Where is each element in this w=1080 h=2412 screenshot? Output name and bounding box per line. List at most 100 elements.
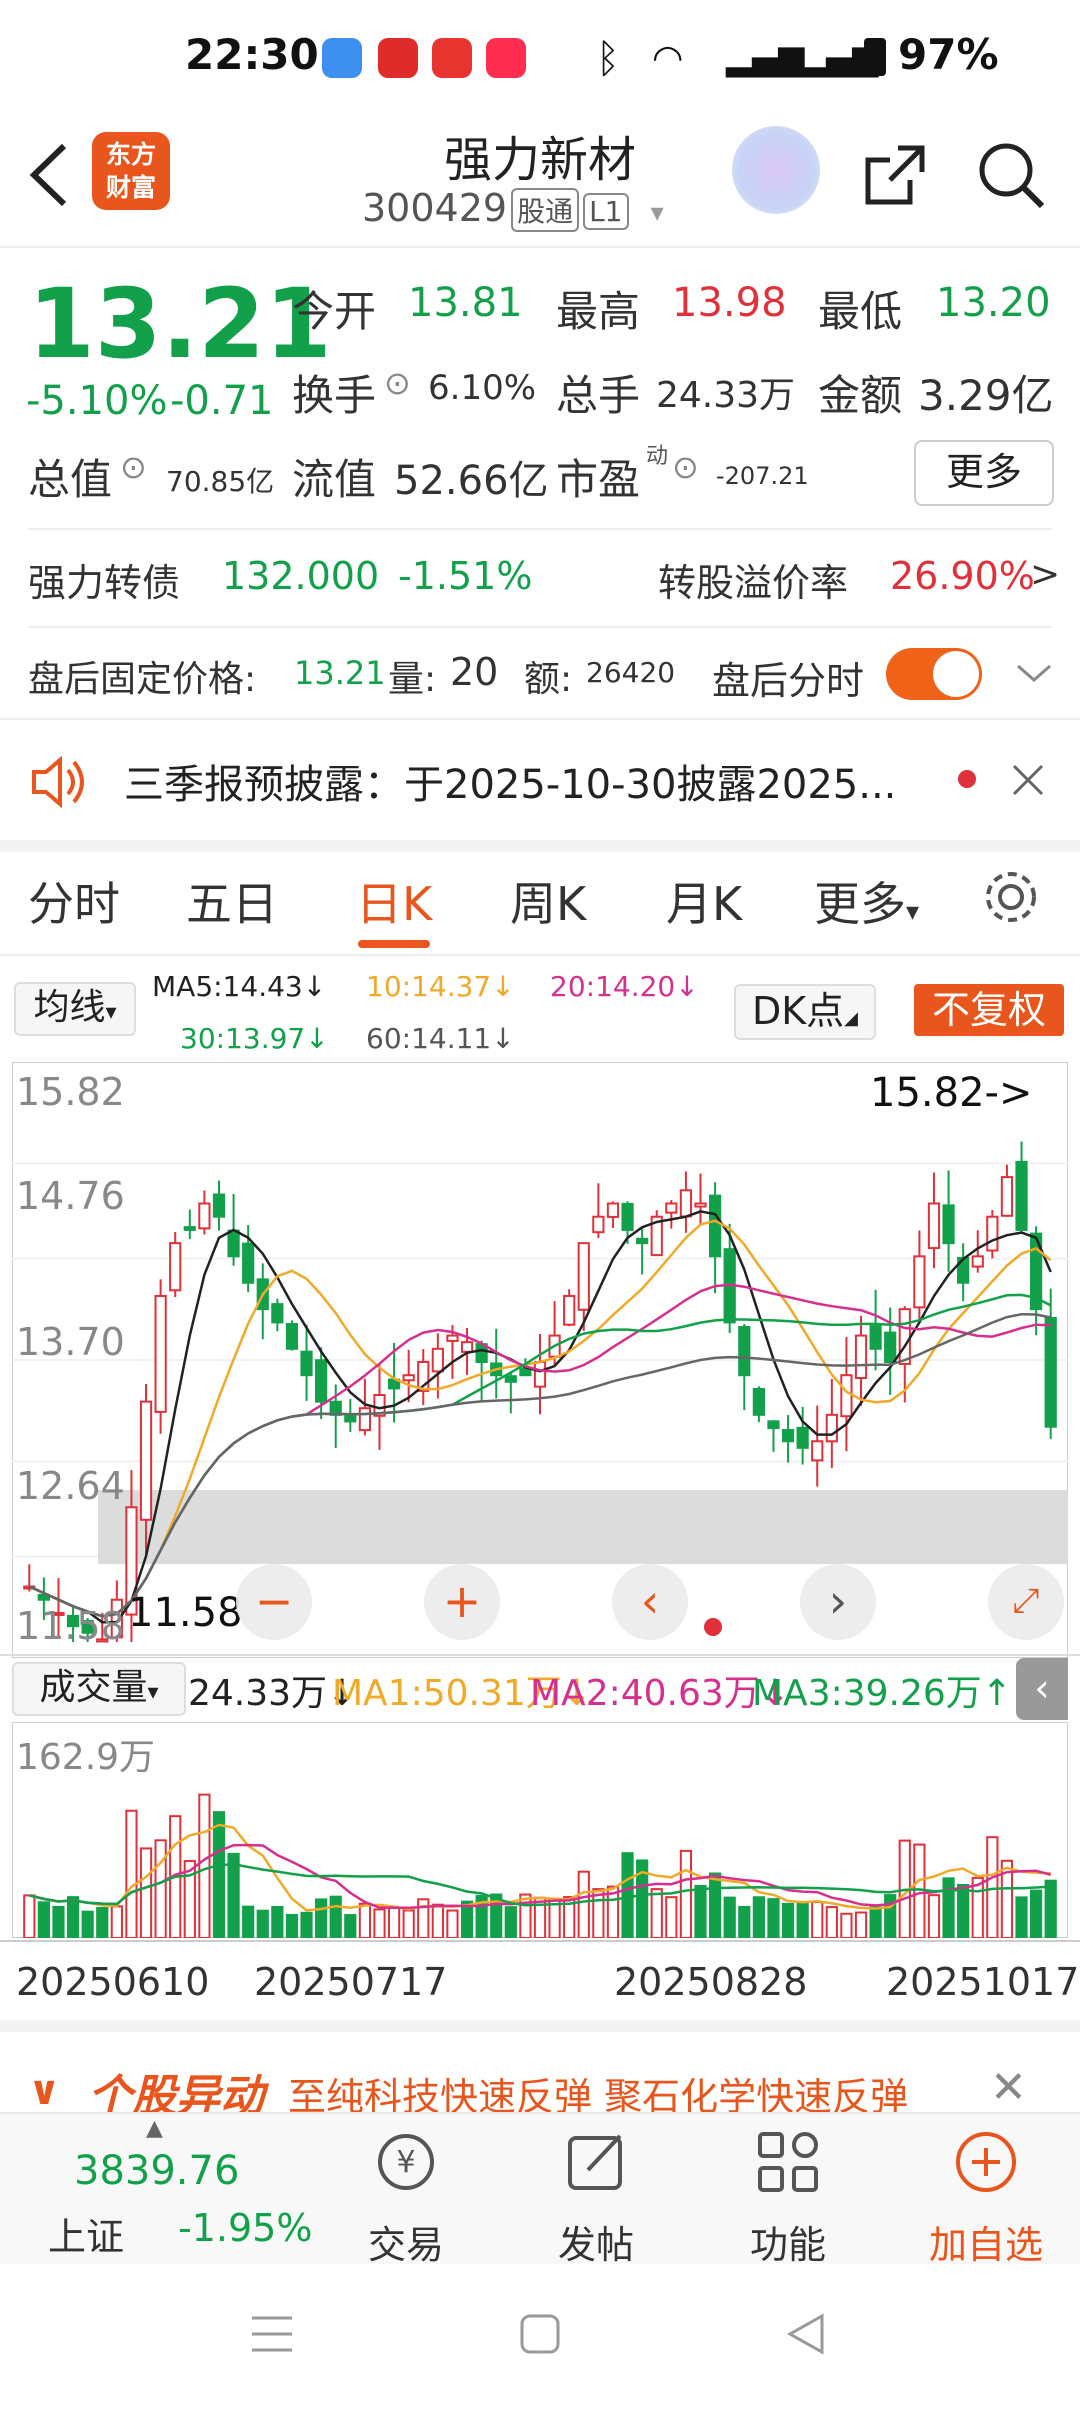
back-nav-icon[interactable]	[782, 2310, 830, 2358]
svg-text:¥: ¥	[396, 2145, 415, 2180]
level-tag: L1	[583, 193, 629, 230]
candle-body	[402, 1374, 415, 1382]
candle-body	[942, 1204, 955, 1245]
market-cap-value: 70.85亿	[166, 465, 275, 498]
tab-more[interactable]: 更多▾	[814, 868, 919, 934]
volume-bar	[577, 1870, 590, 1938]
kline-chart[interactable]	[12, 1062, 1068, 1658]
stock-code: 300429	[362, 186, 508, 230]
volume-bar	[329, 1895, 342, 1938]
gear-icon[interactable]	[980, 866, 1042, 928]
after-hours-amt: 26420	[586, 656, 676, 689]
volume-bar	[942, 1877, 955, 1938]
chevron-down-icon[interactable]: ▾	[651, 198, 664, 228]
tab-intraday[interactable]: 分时	[28, 868, 120, 934]
candle-body	[577, 1242, 590, 1311]
candle-body	[927, 1202, 941, 1250]
stock-alert-bar[interactable]: ∨ 个股异动 至纯科技快速反弹 聚石化学快速反弹 ✕	[0, 2040, 1080, 2112]
volume-bar	[665, 1896, 678, 1938]
volume-chart[interactable]	[12, 1722, 1068, 1938]
tab-monthly-k[interactable]: 月K	[666, 868, 742, 934]
info-icon[interactable]: ⊙	[120, 448, 147, 486]
dk-point-label: DK点	[751, 989, 845, 1033]
index-value: 3839.76	[74, 2148, 240, 2194]
candle-body	[825, 1413, 838, 1443]
y-label-2: 14.76	[16, 1174, 125, 1218]
home-icon[interactable]	[516, 2310, 564, 2358]
volume-bar	[154, 1839, 167, 1938]
grid-icon	[758, 2132, 818, 2192]
low-value: 13.20	[936, 280, 1051, 326]
ai-assistant-icon[interactable]	[732, 126, 820, 214]
functions-button[interactable]: 功能	[718, 2114, 858, 2267]
bond-name[interactable]: 强力转债	[28, 552, 180, 607]
candle-body	[563, 1294, 576, 1326]
close-icon[interactable]	[1010, 762, 1046, 798]
chevron-down-icon: ▾	[906, 897, 920, 927]
add-watchlist-button[interactable]: 加自选	[910, 2114, 1060, 2267]
candle-body	[913, 1255, 926, 1309]
pe-value: -207.21	[716, 462, 809, 490]
candle-body	[446, 1334, 459, 1342]
volume-bar	[825, 1906, 838, 1938]
scroll-right-button[interactable]: ›	[800, 1564, 876, 1640]
volume-bar	[212, 1811, 226, 1938]
index-ticker[interactable]: ▲ 3839.76 上证 -1.95%	[0, 2114, 312, 2266]
tab-five-day[interactable]: 五日	[186, 868, 278, 934]
adjust-button[interactable]: 不复权	[914, 984, 1064, 1036]
candle-body	[431, 1347, 444, 1373]
pe-dynamic-tag: 动	[646, 444, 669, 469]
candle-body	[242, 1242, 255, 1284]
candle-body	[154, 1294, 167, 1413]
zoom-in-button[interactable]: +	[424, 1564, 500, 1640]
info-icon[interactable]: ⊙	[384, 364, 411, 402]
close-icon[interactable]: ✕	[990, 2062, 1027, 2112]
menu-icon[interactable]	[248, 2310, 296, 2358]
share-icon[interactable]	[860, 140, 930, 210]
post-button[interactable]: 发帖	[526, 2114, 666, 2267]
volume-select[interactable]: 成交量▾	[12, 1662, 186, 1716]
bluetooth-icon: ᛒ	[596, 36, 620, 82]
change-amount: -0.71	[170, 378, 274, 424]
speaker-icon	[32, 756, 84, 808]
announcement-bar[interactable]: 三季报预披露：于2025-10-30披露2025...	[0, 718, 1080, 852]
fullscreen-icon[interactable]: ⤢	[988, 1564, 1064, 1640]
side-panel-toggle[interactable]: ‹	[1016, 1658, 1068, 1720]
date-label-1: 20250610	[16, 1960, 210, 2004]
after-hours-toggle[interactable]	[886, 648, 982, 700]
alert-text: 至纯科技快速反弹 聚石化学快速反弹	[288, 2075, 909, 2112]
tab-daily-k[interactable]: 日K	[356, 868, 432, 934]
search-icon[interactable]	[976, 140, 1048, 212]
zoom-out-button[interactable]: −	[236, 1564, 312, 1640]
battery-icon	[864, 38, 886, 76]
scroll-left-button[interactable]: ‹	[612, 1564, 688, 1640]
y-label-3: 13.70	[16, 1320, 125, 1364]
tab-weekly-k[interactable]: 周K	[510, 868, 586, 934]
chevron-down-icon[interactable]	[1014, 660, 1054, 686]
candle-body	[781, 1429, 795, 1443]
volume-bar	[66, 1896, 80, 1938]
info-icon[interactable]: ⊙	[672, 448, 699, 486]
premium-arrow-icon[interactable]: >	[1030, 554, 1060, 595]
candle-body	[169, 1242, 182, 1292]
volume-bar	[913, 1843, 926, 1938]
volume-bar	[315, 1898, 328, 1938]
volume-bar	[256, 1909, 269, 1938]
ma10-value: 10:14.37↓	[366, 970, 515, 1003]
trade-button[interactable]: ¥ 交易	[336, 2114, 476, 2267]
candle-body	[708, 1194, 722, 1258]
candle-body	[971, 1255, 984, 1268]
more-quote-button[interactable]: 更多	[914, 440, 1054, 506]
volume-bar	[519, 1893, 532, 1938]
volume-bar	[23, 1894, 36, 1938]
ma-select[interactable]: 均线▾	[14, 982, 136, 1036]
candle-body	[300, 1350, 313, 1377]
pe-label: 市盈	[556, 455, 641, 504]
volume-bar	[125, 1809, 138, 1938]
chart-period-tabs: 分时 五日 日K 周K 月K 更多▾	[0, 848, 1080, 956]
wifi-icon: ◠	[652, 38, 684, 79]
candle-body	[212, 1193, 226, 1218]
candle-body	[884, 1331, 897, 1363]
dk-point-button[interactable]: DK点◢	[734, 984, 876, 1040]
volume-bar	[840, 1912, 853, 1938]
